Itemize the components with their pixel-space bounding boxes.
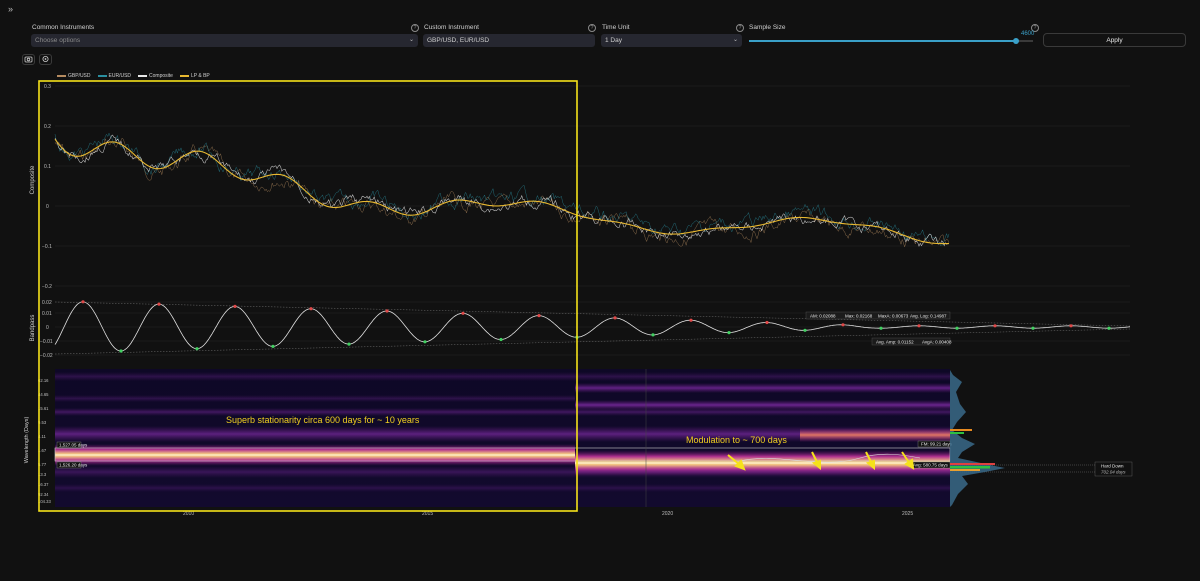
- bandpass-grid: [55, 301, 1130, 356]
- cycle-marker: [195, 347, 199, 351]
- y-tick: 0: [46, 325, 49, 331]
- cycle-marker: [689, 318, 693, 322]
- peak1-label: 1,527.05 days: [59, 443, 88, 448]
- cycle-marker: [803, 328, 807, 332]
- cycle-marker: [81, 300, 85, 304]
- cycle-marker: [119, 349, 123, 353]
- y-tick: −0.2: [42, 284, 52, 290]
- x-tick: 2015: [422, 511, 433, 517]
- cycle-marker: [955, 326, 959, 330]
- x-tick: 2010: [183, 511, 194, 517]
- main-chart-grid: [55, 85, 1130, 287]
- stat-am: AM: 0.02088: [810, 314, 836, 319]
- stat-avg-log: Avg. Log: 0.14987: [910, 314, 947, 319]
- cycle-marker: [157, 302, 161, 306]
- cycle-marker: [309, 307, 313, 311]
- y-tick: 0: [46, 204, 49, 210]
- cycle-marker: [727, 331, 731, 335]
- y-tick: −0.1: [42, 244, 52, 250]
- spectrum-y-ticks: 62.16 44.65 15.61 9.53 4.11 1.67 5.77 13…: [38, 378, 51, 504]
- bandpass-y-ticks: 0.02 0.01 0 −0.01 −0.02: [40, 300, 53, 359]
- cycle-marker: [423, 340, 427, 344]
- stat-maxm: MaxA: 0.00673: [878, 314, 909, 319]
- fm-label: FM: 99.21 days: [921, 442, 953, 447]
- bandpass-y-axis-label: Bandpass: [30, 315, 36, 342]
- spectrum-side-histogram: [950, 370, 1005, 507]
- cycle-marker: [765, 320, 769, 325]
- x-axis-ticks: 2010 2015 2020 2025: [183, 511, 913, 517]
- cycle-marker: [233, 304, 237, 308]
- y-tick: 0.02: [42, 300, 52, 306]
- cycle-marker: [651, 333, 655, 337]
- spectrum-y-axis-label: Wavelength (Days): [24, 417, 30, 464]
- peak2-label: 1,526.20 days: [59, 463, 88, 468]
- chart-canvas[interactable]: 0.3 0.2 0.1 0 −0.1 −0.2 Composite 0.02 0…: [0, 0, 1200, 581]
- stat-avg-a: AvgA: 0.00408: [922, 340, 952, 345]
- cycle-marker: [461, 311, 465, 315]
- stationarity-annotation: Superb stationarity circa 600 days for ~…: [226, 415, 420, 425]
- y-tick: 0.3: [44, 84, 51, 90]
- svg-text:104.33: 104.33: [38, 499, 51, 504]
- x-tick: 2020: [662, 511, 673, 517]
- main-y-axis-label: Composite: [30, 165, 36, 194]
- cycle-marker: [385, 309, 389, 313]
- y-tick: 0.1: [44, 164, 51, 170]
- cycle-marker: [917, 324, 921, 328]
- avg-label: Avg: 580.75 days: [913, 463, 948, 468]
- cycle-marker: [879, 326, 883, 330]
- main-y-ticks: 0.3 0.2 0.1 0 −0.1 −0.2: [42, 84, 52, 290]
- cycle-marker: [993, 324, 997, 328]
- cycle-marker: [841, 323, 845, 327]
- stat-avg-amp: Avg. Amp: 0.01152: [876, 340, 914, 345]
- y-tick: −0.02: [40, 353, 53, 359]
- y-tick: 0.01: [42, 311, 52, 317]
- hard-down-days: 702.04 days: [1101, 470, 1126, 475]
- cycle-marker: [613, 316, 617, 320]
- main-series-group: [54, 132, 950, 248]
- cycle-marker: [1107, 326, 1111, 330]
- stat-max: Max: 0.02168: [845, 314, 873, 319]
- cycle-marker: [1069, 324, 1073, 328]
- modulation-annotation: Modulation to ~ 700 days: [686, 435, 787, 445]
- cycle-marker: [537, 314, 541, 318]
- hard-down-label: Hard Down: [1101, 464, 1124, 469]
- spectrum-heatmap: [55, 369, 950, 507]
- y-tick: 0.2: [44, 124, 51, 130]
- x-tick: 2025: [902, 511, 913, 517]
- cycle-marker: [347, 342, 351, 346]
- cycle-marker: [271, 344, 275, 348]
- y-tick: −0.01: [40, 339, 53, 345]
- cycle-marker: [1031, 326, 1035, 330]
- cycle-marker: [499, 337, 503, 342]
